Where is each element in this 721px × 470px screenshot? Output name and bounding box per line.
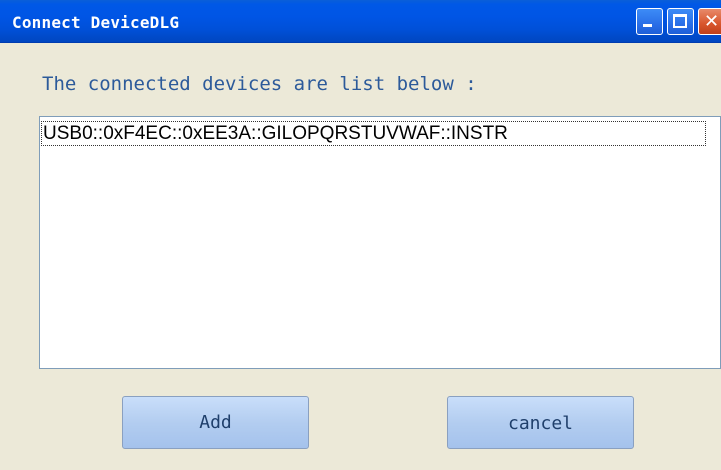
minimize-icon xyxy=(643,24,652,27)
window-title: Connect DeviceDLG xyxy=(12,13,180,32)
list-item[interactable]: USB0::0xF4EC::0xEE3A::GILOPQRSTUVWAF::IN… xyxy=(41,121,706,146)
close-button[interactable]: ✕ xyxy=(698,8,721,35)
close-icon: ✕ xyxy=(704,11,720,32)
maximize-button[interactable] xyxy=(667,8,694,35)
title-bar[interactable]: Connect DeviceDLG ✕ xyxy=(0,0,721,43)
minimize-button[interactable] xyxy=(636,8,663,35)
devices-prompt-label: The connected devices are list below : xyxy=(42,73,477,95)
add-button[interactable]: Add xyxy=(122,396,309,449)
maximize-icon xyxy=(673,14,687,28)
cancel-button[interactable]: cancel xyxy=(447,396,634,449)
connect-device-dialog: Connect DeviceDLG ✕ The connected device… xyxy=(0,0,721,470)
device-list[interactable]: USB0::0xF4EC::0xEE3A::GILOPQRSTUVWAF::IN… xyxy=(39,116,721,369)
